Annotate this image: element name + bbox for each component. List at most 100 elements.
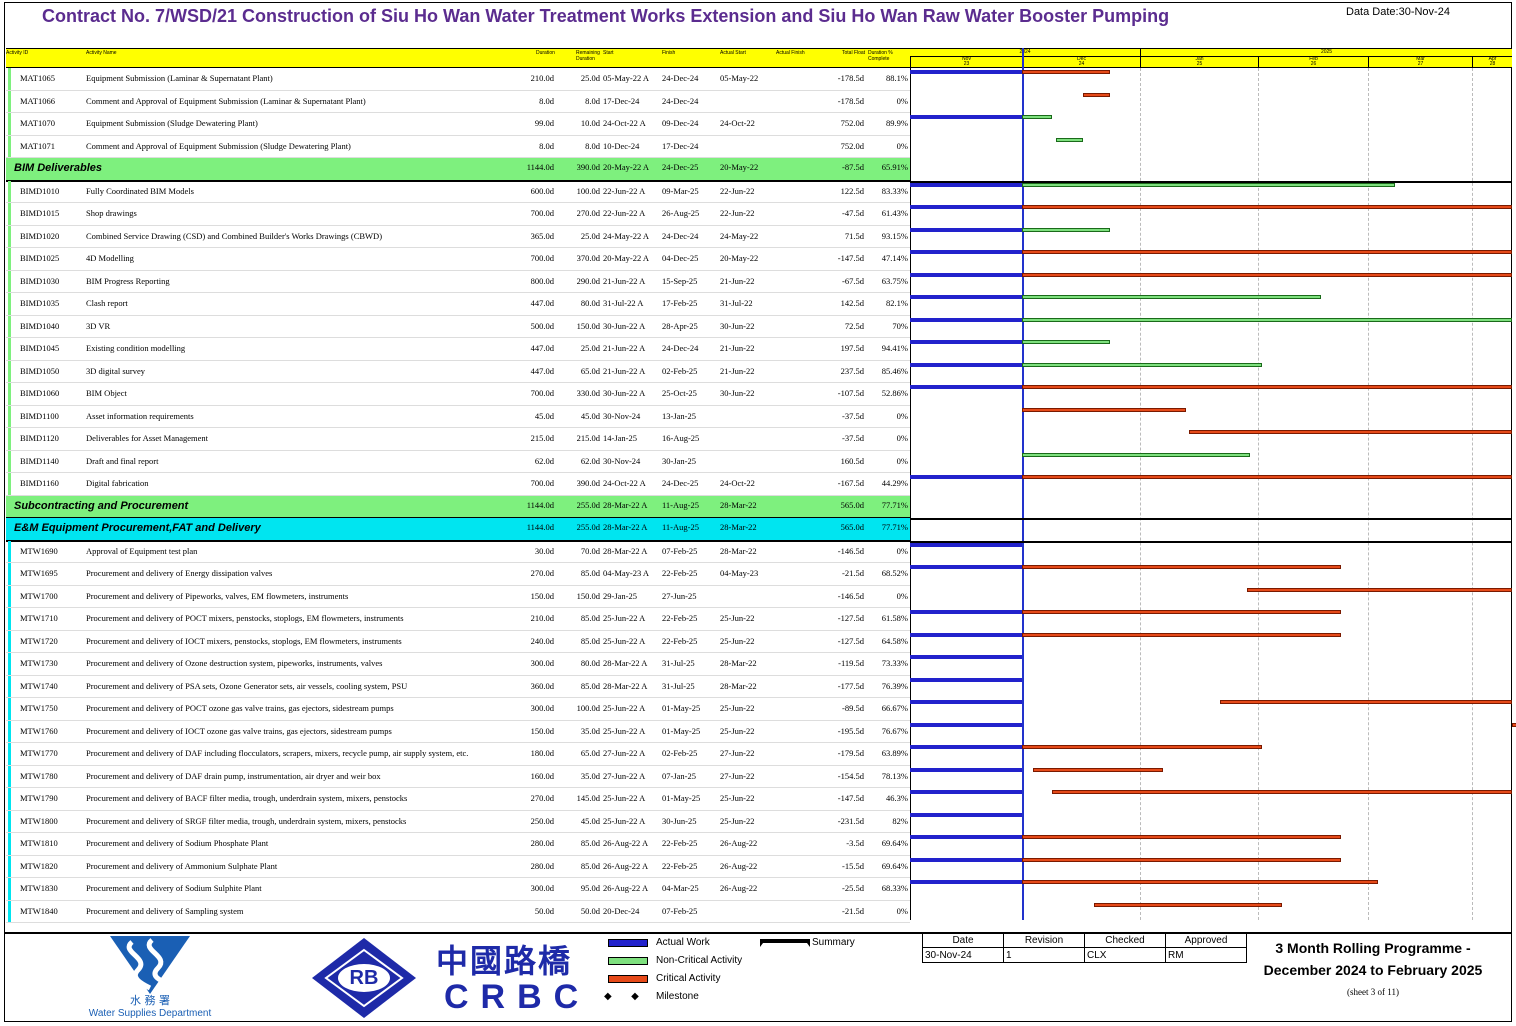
actual-work-bar[interactable] xyxy=(910,205,1022,209)
table-row[interactable]: BIMD1010 Fully Coordinated BIM Models 600.… xyxy=(6,180,910,203)
table-row[interactable]: MTW1695 Procurement and delivery of Energ… xyxy=(6,563,910,586)
table-row[interactable]: BIMD1015 Shop drawings 700.0d 270.0d 22-Jun-… xyxy=(6,203,910,226)
table-row[interactable]: MTW1840 Procurement and delivery of Sampl… xyxy=(6,900,910,923)
actual-work-bar[interactable] xyxy=(910,475,1022,479)
non-critical-activity-bar[interactable] xyxy=(1022,317,1512,322)
actual-work-bar[interactable] xyxy=(910,542,1022,547)
table-row[interactable]: BIMD1050 3D digital survey 447.0d 65.0d 21-J… xyxy=(6,360,910,383)
table-row[interactable]: MTW1780 Procurement and delivery of DAF d… xyxy=(6,765,910,788)
actual-work-bar[interactable] xyxy=(910,182,1022,187)
non-critical-activity-bar[interactable] xyxy=(1022,452,1251,457)
critical-activity-bar[interactable] xyxy=(1052,790,1512,794)
critical-activity-bar[interactable] xyxy=(1022,610,1341,614)
actual-work-bar[interactable] xyxy=(910,250,1022,254)
table-row[interactable]: MAT1070 Equipment Submission (Sludge Dewa… xyxy=(6,113,910,136)
actual-work-bar[interactable] xyxy=(910,722,1022,727)
actual-work-bar[interactable] xyxy=(910,70,1022,74)
non-critical-activity-bar[interactable] xyxy=(1022,295,1321,299)
non-critical-activity-bar[interactable] xyxy=(1022,362,1262,367)
actual-work-bar[interactable] xyxy=(910,227,1022,232)
critical-activity-bar[interactable] xyxy=(1022,205,1512,209)
table-row[interactable]: MTW1830 Procurement and delivery of Sodiu… xyxy=(6,878,910,901)
table-row[interactable]: MAT1066 Comment and Approval of Equipment… xyxy=(6,90,910,113)
non-critical-activity-bar[interactable] xyxy=(1022,115,1053,119)
group-row[interactable]: Subcontracting and Procurement 1144.0d 255… xyxy=(6,495,910,519)
critical-activity-bar[interactable] xyxy=(1094,902,1282,907)
table-row[interactable]: MAT1065 Equipment Submission (Laminar & S… xyxy=(6,68,910,91)
table-row[interactable]: BIMD1060 BIM Object 700.0d 330.0d 30-Jun-22 … xyxy=(6,383,910,406)
actual-work-bar[interactable] xyxy=(910,812,1022,817)
critical-activity-bar[interactable] xyxy=(1022,475,1512,479)
critical-activity-bar[interactable] xyxy=(1022,70,1110,74)
cell-pc: 82.1% xyxy=(886,298,908,308)
non-critical-activity-bar[interactable] xyxy=(1022,340,1110,344)
table-row[interactable]: BIMD1045 Existing condition modelling 447.… xyxy=(6,338,910,361)
critical-activity-bar[interactable] xyxy=(1512,722,1516,727)
non-critical-activity-bar[interactable] xyxy=(1022,227,1110,232)
table-row[interactable]: MTW1720 Procurement and delivery of IOCT … xyxy=(6,630,910,653)
group-row[interactable]: E&M Equipment Procurement,FAT and Delive… xyxy=(6,518,910,542)
table-row[interactable]: MTW1820 Procurement and delivery of Ammon… xyxy=(6,855,910,878)
actual-work-bar[interactable] xyxy=(910,632,1022,637)
critical-activity-bar[interactable] xyxy=(1189,430,1512,434)
actual-work-bar[interactable] xyxy=(910,115,1022,119)
non-critical-activity-bar[interactable] xyxy=(1056,137,1083,142)
actual-work-bar[interactable] xyxy=(910,655,1022,659)
table-row[interactable]: BIMD1030 BIM Progress Reporting 800.0d 290.… xyxy=(6,270,910,293)
actual-work-bar[interactable] xyxy=(910,295,1022,299)
table-row[interactable]: MTW1730 Procurement and delivery of Ozone… xyxy=(6,653,910,676)
table-row[interactable]: MTW1770 Procurement and delivery of DAF i… xyxy=(6,743,910,766)
critical-activity-bar[interactable] xyxy=(1022,632,1341,637)
actual-work-bar[interactable] xyxy=(910,767,1022,772)
table-row[interactable]: MTW1740 Procurement and delivery of PSA s… xyxy=(6,675,910,698)
table-row[interactable]: MTW1790 Procurement and delivery of BACF … xyxy=(6,788,910,811)
group-row[interactable]: BIM Deliverables 1144.0d 390.0d 20-May-22 A… xyxy=(6,158,910,182)
table-row[interactable]: BIMD1035 Clash report 447.0d 80.0d 31-Jul-22… xyxy=(6,293,910,316)
table-row[interactable]: BIMD1160 Digital fabrication 700.0d 390.0d 2… xyxy=(6,473,910,496)
critical-activity-bar[interactable] xyxy=(1022,250,1512,254)
table-row[interactable]: BIMD1120 Deliverables for Asset Managemen… xyxy=(6,428,910,451)
critical-activity-bar[interactable] xyxy=(1022,857,1341,862)
table-row[interactable]: MAT1071 Comment and Approval of Equipment… xyxy=(6,135,910,158)
row-indent-marker xyxy=(8,653,11,675)
table-row[interactable]: BIMD1140 Draft and final report 62.0d 62.0d… xyxy=(6,450,910,473)
critical-activity-bar[interactable] xyxy=(1022,835,1341,839)
actual-work-bar[interactable] xyxy=(910,700,1022,704)
actual-work-bar[interactable] xyxy=(910,272,1022,277)
actual-work-bar[interactable] xyxy=(910,835,1022,839)
critical-activity-bar[interactable] xyxy=(1022,385,1512,389)
table-row[interactable]: BIMD1025 4D Modelling 700.0d 370.0d 20-May-2… xyxy=(6,248,910,271)
actual-work-bar[interactable] xyxy=(910,362,1022,367)
table-row[interactable]: BIMD1100 Asset information requirements 45… xyxy=(6,405,910,428)
table-row[interactable]: MTW1710 Procurement and delivery of POCT … xyxy=(6,608,910,631)
actual-work-bar[interactable] xyxy=(910,745,1022,749)
critical-activity-bar[interactable] xyxy=(1022,407,1186,412)
actual-work-bar[interactable] xyxy=(910,317,1022,322)
critical-activity-bar[interactable] xyxy=(1022,272,1512,277)
actual-work-bar[interactable] xyxy=(910,880,1022,884)
table-row[interactable]: MTW1750 Procurement and delivery of POCT … xyxy=(6,698,910,721)
actual-work-bar[interactable] xyxy=(910,790,1022,794)
critical-activity-bar[interactable] xyxy=(1022,565,1341,569)
critical-activity-bar[interactable] xyxy=(1219,700,1512,704)
table-row[interactable]: MTW1690 Approval of Equipment test plan 30… xyxy=(6,540,910,563)
table-row[interactable]: MTW1760 Procurement and delivery of IOCT … xyxy=(6,720,910,743)
cell-id: MAT1066 xyxy=(20,95,55,106)
actual-work-bar[interactable] xyxy=(910,385,1022,389)
critical-activity-bar[interactable] xyxy=(1246,587,1512,592)
critical-activity-bar[interactable] xyxy=(1033,767,1163,772)
table-row[interactable]: MTW1700 Procurement and delivery of Pipew… xyxy=(6,585,910,608)
non-critical-activity-bar[interactable] xyxy=(1022,182,1395,187)
actual-work-bar[interactable] xyxy=(910,610,1022,614)
actual-work-bar[interactable] xyxy=(910,677,1022,682)
table-row[interactable]: BIMD1040 3D VR 500.0d 150.0d 30-Jun-22 A 28-A… xyxy=(6,315,910,338)
actual-work-bar[interactable] xyxy=(910,565,1022,569)
critical-activity-bar[interactable] xyxy=(1082,92,1110,97)
critical-activity-bar[interactable] xyxy=(1022,745,1262,749)
table-row[interactable]: MTW1800 Procurement and delivery of SRGF … xyxy=(6,810,910,833)
table-row[interactable]: MTW1810 Procurement and delivery of Sodiu… xyxy=(6,833,910,856)
actual-work-bar[interactable] xyxy=(910,340,1022,344)
critical-activity-bar[interactable] xyxy=(1022,880,1379,884)
table-row[interactable]: BIMD1020 Combined Service Drawing (CSD) a… xyxy=(6,225,910,248)
actual-work-bar[interactable] xyxy=(910,857,1022,862)
